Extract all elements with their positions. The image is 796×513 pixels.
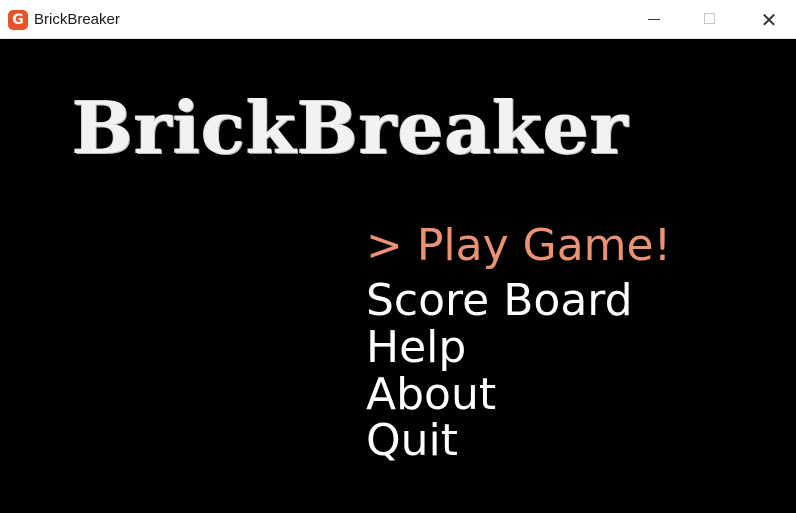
close-button[interactable]: ✕ [746,0,792,39]
menu-item-score-board[interactable]: Score Board [366,275,633,327]
window-title: BrickBreaker [34,11,120,28]
monogame-icon: G [8,10,28,30]
monogame-glyph: G [12,12,24,28]
maximize-icon [704,13,715,24]
menu-item-quit[interactable]: Quit [366,415,458,467]
minimize-icon [648,19,660,20]
menu-item-play-game[interactable]: > Play Game! [366,220,671,272]
close-icon: ✕ [760,8,778,32]
title-bar[interactable]: G BrickBreaker ✕ [0,0,796,39]
maximize-button[interactable] [687,0,733,39]
game-canvas[interactable]: BrickBreaker > Play Game! Score Board He… [0,40,796,513]
menu-item-help[interactable]: Help [366,322,466,374]
menu-item-about[interactable]: About [366,369,496,421]
game-logo: BrickBreaker [72,85,629,170]
minimize-button[interactable] [632,0,678,39]
game-window: G BrickBreaker ✕ BrickBreaker > Play Gam… [0,0,796,513]
